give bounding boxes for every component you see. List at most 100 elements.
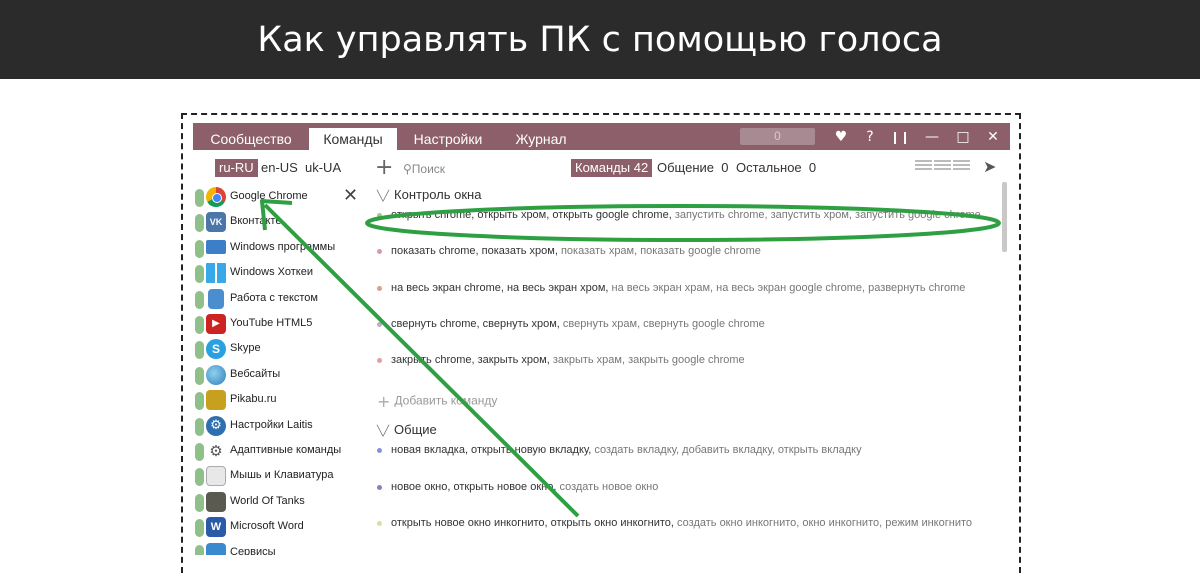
list-view-icon[interactable] <box>915 160 932 174</box>
toggle-switch[interactable] <box>195 392 204 411</box>
sidebar-item-laitis-settings[interactable]: ⚙ Настройки Laitis <box>193 414 368 439</box>
filter-commands-label: Команды <box>575 160 631 175</box>
sidebar-item-label: Работа с текстом <box>230 291 318 304</box>
command-row[interactable]: открыть chrome, открыть хром, открыть go… <box>377 209 989 221</box>
group-title: Контроль окна <box>394 187 482 202</box>
sidebar-item-label: Windows программы <box>230 240 336 253</box>
globe-icon <box>206 364 226 385</box>
sidebar-item-websites[interactable]: Вебсайты <box>193 363 368 388</box>
close-icon[interactable]: ✕ <box>982 126 1004 148</box>
minimize-icon[interactable]: — <box>921 126 943 148</box>
sidebar-item-services[interactable]: Сервисы <box>193 541 368 555</box>
sidebar-item-microsoft-word[interactable]: W Microsoft Word <box>193 515 368 540</box>
toggle-switch[interactable] <box>195 265 204 284</box>
sidebar-item-label: Google Chrome <box>230 190 308 202</box>
search-input[interactable]: ⚲Поиск <box>403 162 445 176</box>
filter-commands[interactable]: Команды 42 <box>571 159 653 177</box>
command-main: на весь экран chrome, на весь экран хром… <box>391 282 609 294</box>
add-icon: + <box>377 392 391 411</box>
command-main: новая вкладка, открыть новую вкладку, <box>391 444 592 456</box>
document-icon <box>208 288 224 309</box>
command-alt: создать новое окно <box>556 481 659 493</box>
sidebar-item-text-work[interactable]: Работа с текстом <box>193 287 368 312</box>
toggle-switch[interactable] <box>195 519 204 538</box>
sidebar-item-label: YouTube HTML5 <box>230 317 313 329</box>
tab-community[interactable]: Сообщество <box>199 128 303 150</box>
command-row[interactable]: открыть новое окно инкогнито, открыть ок… <box>377 517 989 529</box>
compact-view-icon[interactable] <box>934 160 951 174</box>
send-icon[interactable]: ➤ <box>983 157 996 176</box>
maximize-icon[interactable]: □ <box>952 126 974 148</box>
banner-title: Как управлять ПК с помощью голоса <box>257 19 943 60</box>
command-row[interactable]: закрыть chrome, закрыть хром, закрыть хр… <box>377 354 989 366</box>
tab-bar: Сообщество Команды Настройки Журнал 0 ♥ … <box>193 123 1010 150</box>
toggle-switch[interactable] <box>195 341 204 360</box>
sidebar-item-skype[interactable]: S Skype <box>193 337 368 362</box>
sidebar-item-mouse-keyboard[interactable]: Мышь и Клавиатура <box>193 464 368 489</box>
chevron-down-icon: ╲╱ <box>377 426 390 437</box>
status-dot <box>377 285 382 291</box>
adaptive-icon: ⚙ <box>209 442 223 460</box>
pause-icon[interactable]: ❙❙ <box>889 126 911 148</box>
command-alt: на весь экран храм, на весь экран google… <box>608 282 966 294</box>
search-icon: ⚲ <box>403 162 412 176</box>
sidebar-item-windows-programs[interactable]: Windows программы <box>193 236 368 261</box>
sidebar-item-adaptive-commands[interactable]: ⚙ Адаптивные команды <box>193 439 368 464</box>
lang-en[interactable]: en-US <box>257 159 302 177</box>
tab-settings[interactable]: Настройки <box>403 128 493 150</box>
counter-field[interactable]: 0 <box>740 128 815 145</box>
sidebar-item-label: Настройки Laitis <box>230 418 313 431</box>
grid-view-icon[interactable] <box>953 160 970 174</box>
command-row[interactable]: новое окно, открыть новое окно, создать … <box>377 481 989 493</box>
toggle-switch[interactable] <box>195 443 204 461</box>
status-dot <box>377 447 382 453</box>
toggle-switch[interactable] <box>195 468 204 487</box>
toggle-switch[interactable] <box>195 189 204 207</box>
toggle-switch[interactable] <box>195 417 204 436</box>
toolbar: ru-RU en-US uk-UA + ⚲Поиск Команды 42 Об… <box>193 150 1010 182</box>
add-command-button[interactable]: + Добавить команду <box>377 392 497 411</box>
chevron-down-icon: ╲╱ <box>377 191 390 202</box>
toggle-switch[interactable] <box>195 366 204 385</box>
tab-journal[interactable]: Журнал <box>501 128 581 150</box>
scrollbar[interactable] <box>1002 182 1007 252</box>
sidebar-item-label: Pikabu.ru <box>230 393 277 406</box>
commands-panel: ╲╱ Контроль окна открыть chrome, открыть … <box>371 182 1001 555</box>
sidebar-item-google-chrome[interactable]: Google Chrome ✕ <box>193 185 368 211</box>
toggle-switch[interactable] <box>195 493 204 512</box>
toggle-switch[interactable] <box>195 239 204 258</box>
command-row[interactable]: свернуть chrome, свернуть хром, свернуть… <box>377 318 989 330</box>
command-alt: создать вкладку, добавить вкладку, откры… <box>591 444 862 456</box>
command-alt: закрыть храм, закрыть google chrome <box>549 354 745 366</box>
sidebar-item-world-of-tanks[interactable]: World Of Tanks <box>193 490 368 515</box>
banner: Как управлять ПК с помощью голоса <box>0 0 1200 79</box>
filter-other[interactable]: Остальное 0 <box>732 159 820 177</box>
sidebar-item-windows-hotkeys[interactable]: Windows Хоткеи <box>193 261 368 286</box>
sidebar: Google Chrome ✕ VK Вконтакте Windows про… <box>193 182 368 555</box>
command-row[interactable]: на весь экран chrome, на весь экран хром… <box>377 282 989 294</box>
sidebar-item-vk[interactable]: VK Вконтакте <box>193 210 368 235</box>
chrome-icon <box>206 187 226 207</box>
group-header-general[interactable]: ╲╱ Общие <box>377 422 437 437</box>
command-row[interactable]: новая вкладка, открыть новую вкладку, со… <box>377 444 989 456</box>
lang-ru[interactable]: ru-RU <box>215 159 258 177</box>
sidebar-item-pikabu[interactable]: Pikabu.ru <box>193 388 368 413</box>
toggle-switch[interactable] <box>195 214 204 233</box>
lang-uk[interactable]: uk-UA <box>301 159 345 177</box>
pikabu-icon <box>206 390 226 411</box>
toggle-switch[interactable] <box>195 544 204 555</box>
command-main: закрыть chrome, закрыть хром, <box>391 354 550 366</box>
toggle-switch[interactable] <box>195 316 204 334</box>
toggle-switch[interactable] <box>195 290 204 309</box>
close-icon[interactable]: ✕ <box>343 185 358 206</box>
status-dot <box>377 321 382 327</box>
sidebar-item-youtube[interactable]: ▶ YouTube HTML5 <box>193 312 368 337</box>
help-icon[interactable]: ? <box>859 126 881 148</box>
command-row[interactable]: показать chrome, показать хром, показать… <box>377 245 989 257</box>
group-title: Общие <box>394 422 437 437</box>
heart-icon[interactable]: ♥ <box>830 126 852 148</box>
tab-commands[interactable]: Команды <box>309 128 397 150</box>
filter-communication[interactable]: Общение 0 <box>653 159 732 177</box>
group-header-window-control[interactable]: ╲╱ Контроль окна <box>377 187 481 202</box>
add-icon[interactable]: + <box>375 155 393 180</box>
